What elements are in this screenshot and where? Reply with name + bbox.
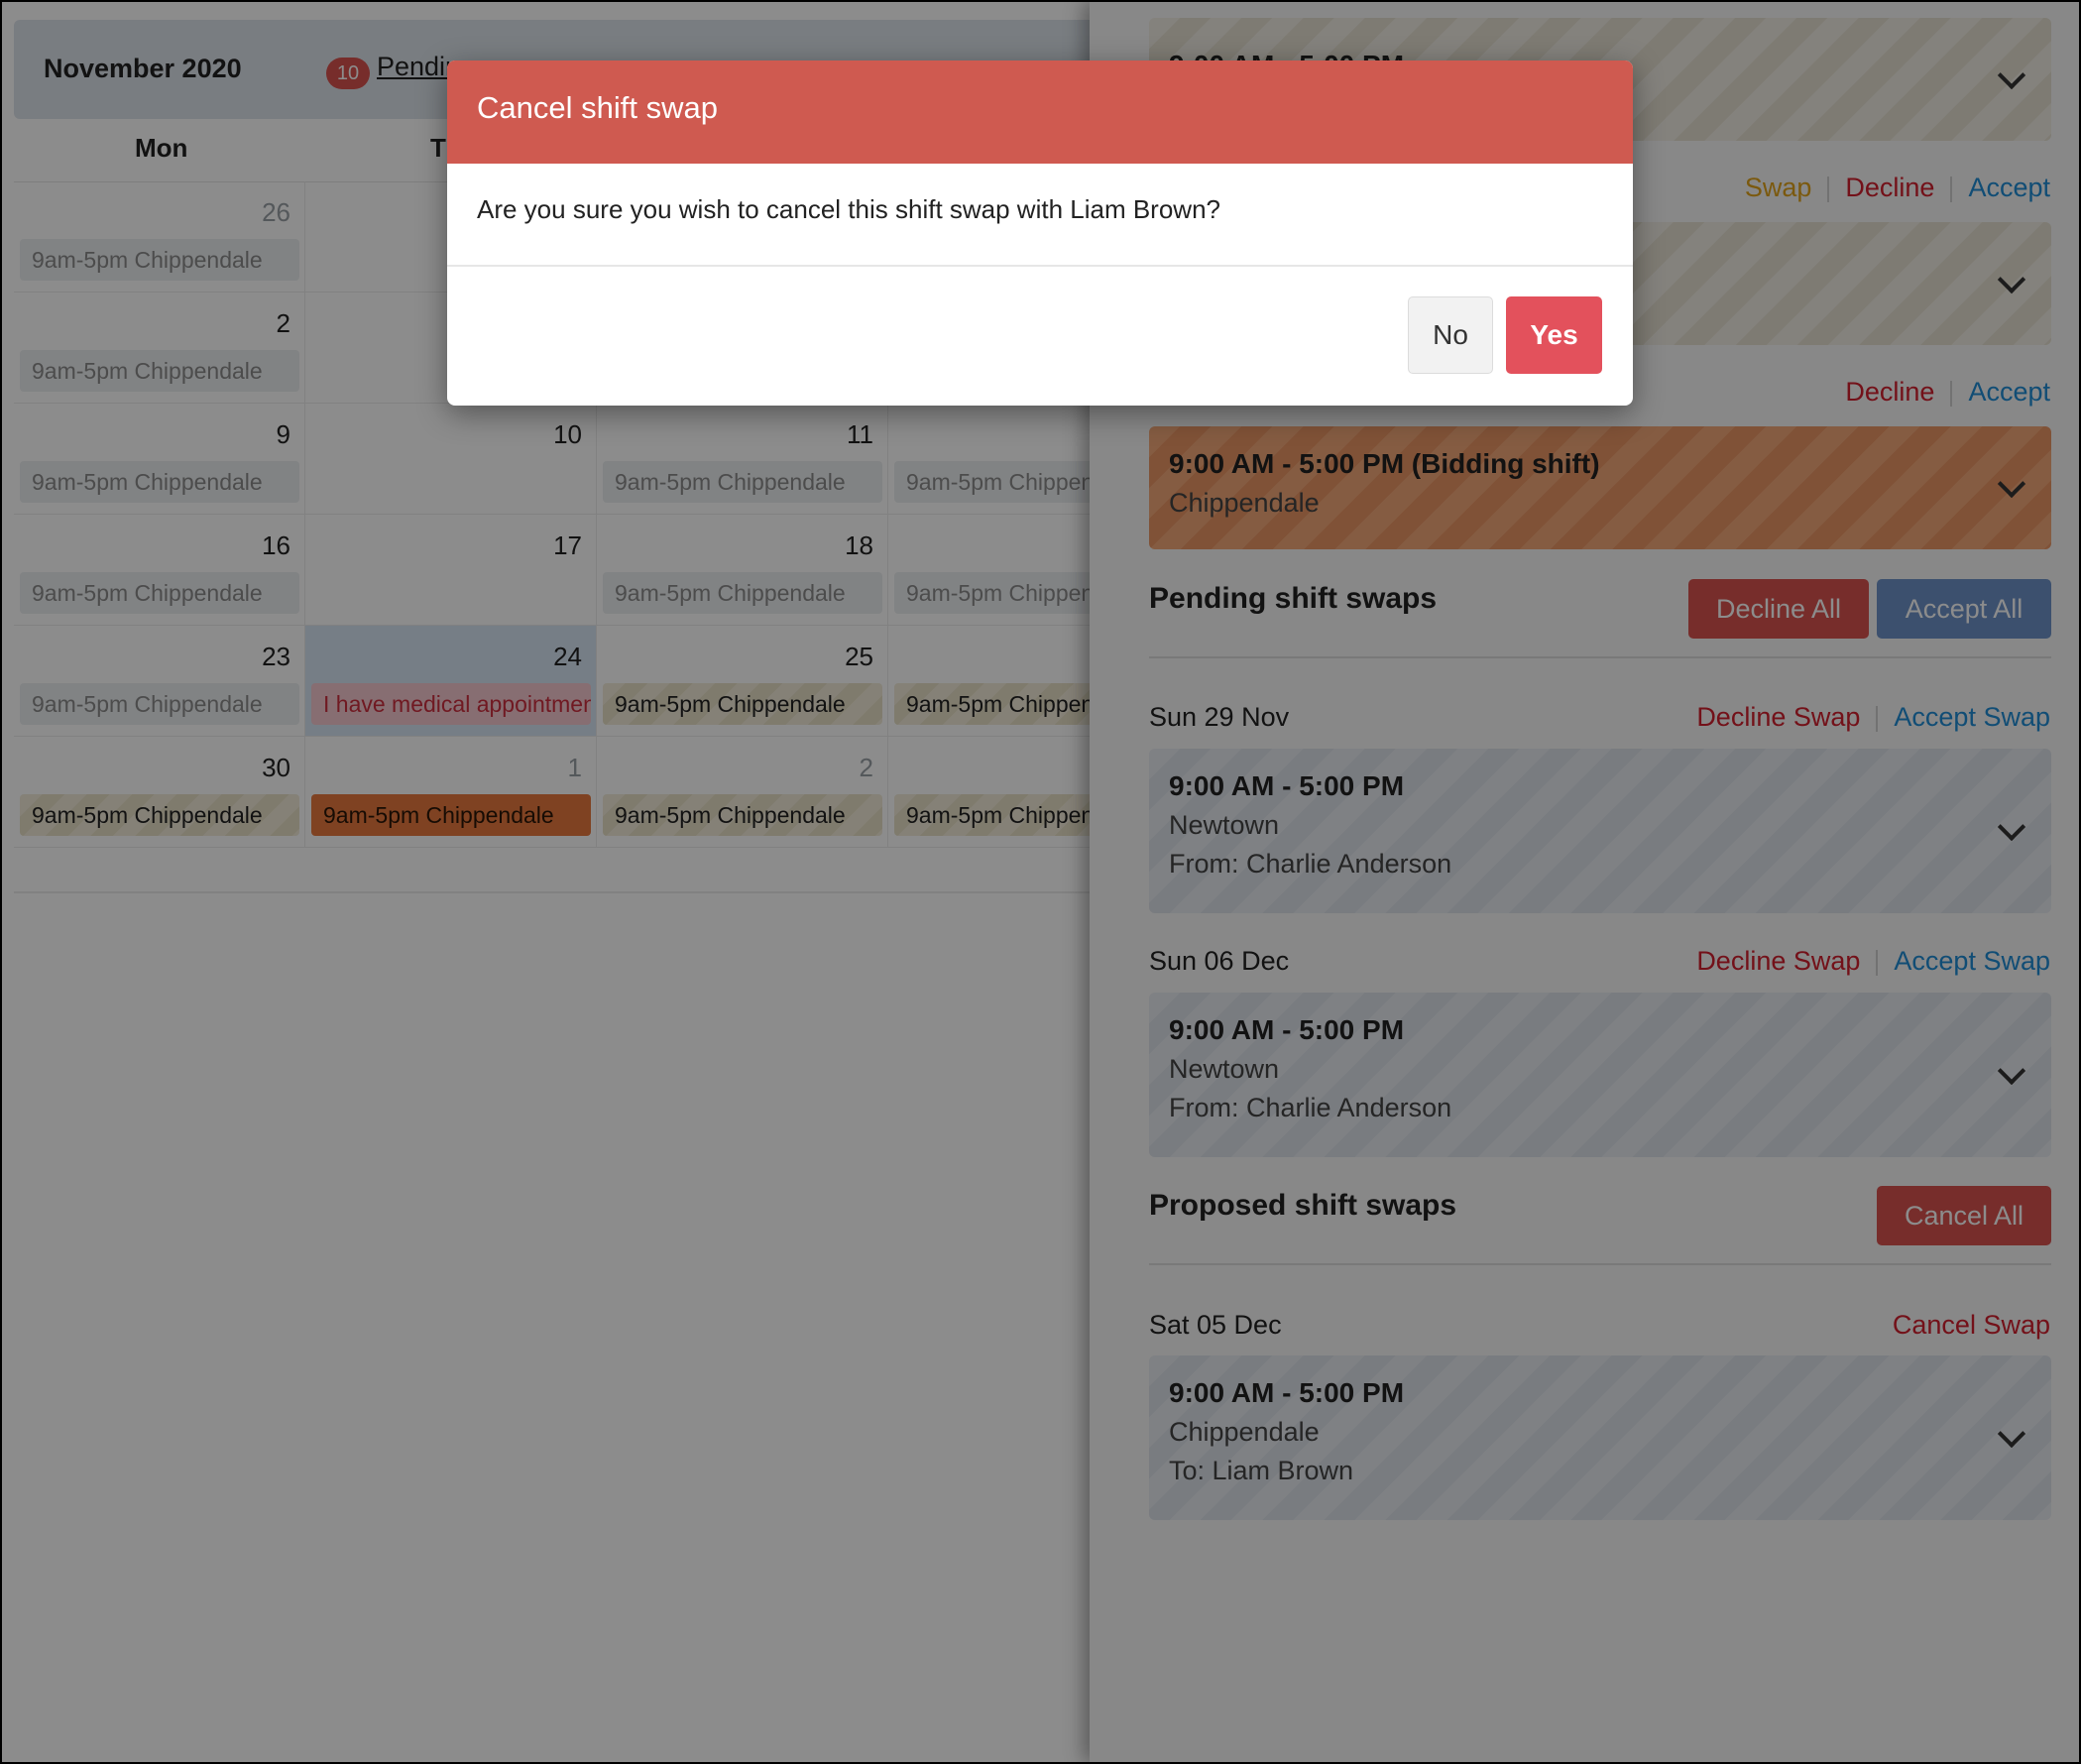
- yes-button[interactable]: Yes: [1506, 296, 1602, 374]
- no-button[interactable]: No: [1408, 296, 1493, 374]
- cancel-swap-modal: Cancel shift swap Are you sure you wish …: [447, 60, 1633, 406]
- modal-title: Cancel shift swap: [477, 90, 718, 125]
- modal-divider: [447, 265, 1633, 267]
- modal-header: Cancel shift swap: [447, 60, 1633, 164]
- app-frame: November 2020 10 Pending Mon T 26 9am-5p…: [0, 0, 2081, 1764]
- modal-message: Are you sure you wish to cancel this shi…: [477, 194, 1221, 224]
